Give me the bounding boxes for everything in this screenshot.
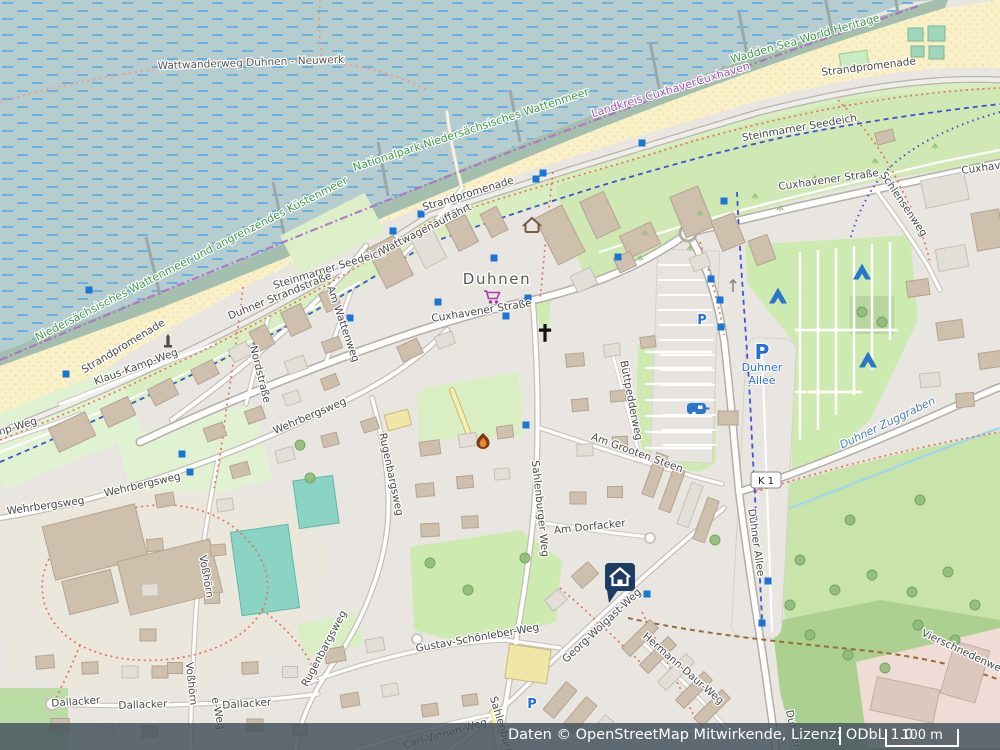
map-label-duhnen: Duhnen (463, 270, 531, 288)
bar-divider (839, 727, 841, 745)
svg-text:P: P (697, 313, 707, 328)
road-ref-text: K 1 (758, 476, 774, 487)
svg-text:P: P (527, 697, 537, 712)
map-label-dallacker: Dallacker (118, 698, 168, 712)
map-viewport[interactable]: PPP Wattwanderweg Duhnen - NeuwerkNieder… (0, 0, 1000, 750)
parking-icon: P (697, 313, 707, 328)
scale-bar: 100 m (885, 729, 959, 747)
road-ref-badge: K 1 (751, 472, 781, 488)
attribution-text: Daten © OpenStreetMap Mitwirkende, Lizen… (508, 727, 913, 743)
parking-icon: P (527, 697, 537, 712)
scale-label: 100 m (887, 728, 957, 743)
attribution-bar: Daten © OpenStreetMap Mitwirkende, Lizen… (0, 723, 1000, 750)
map-label-allee: Allee (748, 374, 775, 387)
map-label-duhner: Duhner (742, 361, 783, 374)
map-canvas[interactable]: PPP Wattwanderweg Duhnen - NeuwerkNieder… (0, 0, 1000, 750)
